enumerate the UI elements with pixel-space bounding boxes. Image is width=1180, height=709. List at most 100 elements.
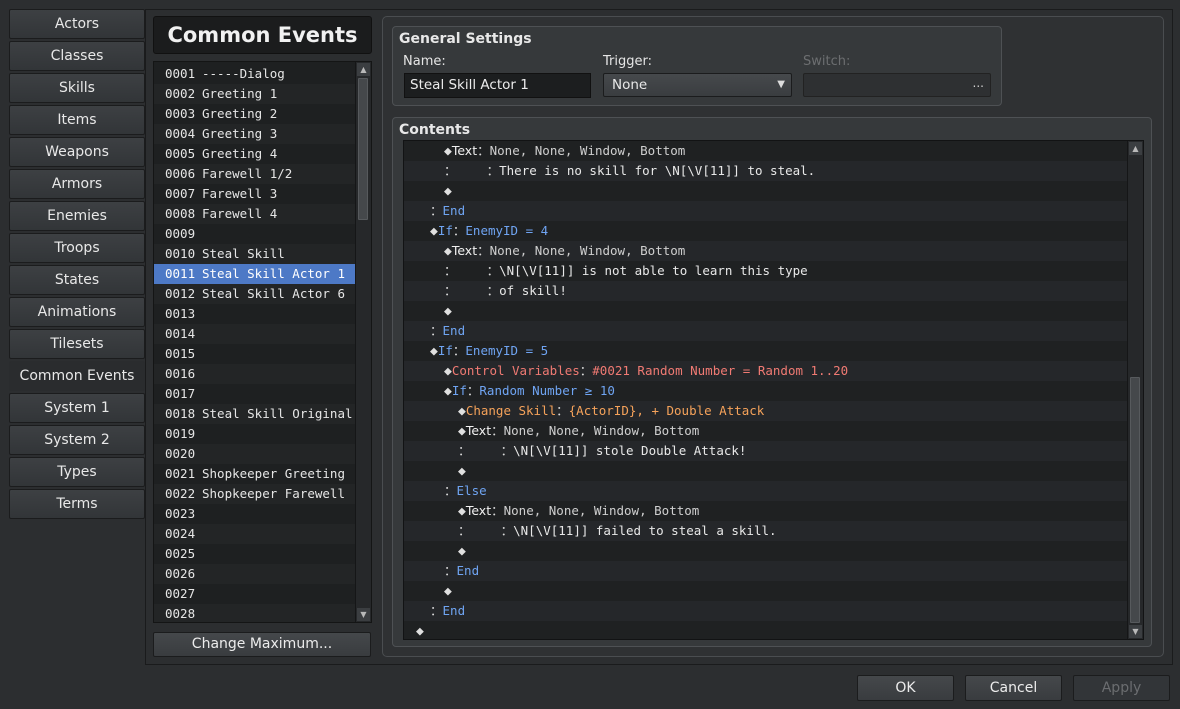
contents-scrollbar[interactable]: ▲ ▼	[1127, 141, 1143, 639]
common-event-id: 0020	[165, 446, 196, 461]
ok-button[interactable]: OK	[857, 675, 954, 701]
common-event-row[interactable]: 0007 Farewell 3	[154, 184, 356, 204]
common-event-row[interactable]: 0012 Steal Skill Actor 6	[154, 284, 356, 304]
tab-common-events[interactable]: Common Events	[9, 361, 145, 391]
trigger-select[interactable]: None ▼	[603, 73, 792, 97]
event-command-row[interactable]: ： ：There is no skill for \N[\V[11]] to s…	[404, 161, 1128, 181]
common-event-row[interactable]: 0021 Shopkeeper Greeting	[154, 464, 356, 484]
event-command-list[interactable]: ◆Text：None, None, Window, Bottom： ：There…	[403, 140, 1144, 640]
event-command-row[interactable]: ◆	[404, 541, 1128, 561]
event-command-row[interactable]: ◆Change Skill：{ActorID}, + Double Attack	[404, 401, 1128, 421]
common-event-row[interactable]: 0004 Greeting 3	[154, 124, 356, 144]
tab-states[interactable]: States	[9, 265, 145, 295]
event-command-row[interactable]: ◆Text：None, None, Window, Bottom	[404, 241, 1128, 261]
common-events-rows: 0001 -----Dialog 0002 Greeting 1 0003 Greetin…	[154, 64, 356, 622]
common-event-row[interactable]: 0024	[154, 524, 356, 544]
event-command-row[interactable]: ◆If：EnemyID = 5	[404, 341, 1128, 361]
common-event-row[interactable]: 0006 Farewell 1/2	[154, 164, 356, 184]
scroll-up-arrow-icon[interactable]: ▲	[357, 63, 370, 76]
trigger-value: None	[612, 77, 648, 93]
common-event-row[interactable]: 0020	[154, 444, 356, 464]
command-args: EnemyID = 4	[465, 223, 549, 238]
common-event-row[interactable]: 0013	[154, 304, 356, 324]
common-event-row[interactable]: 0022 Shopkeeper Farewell	[154, 484, 356, 504]
common-event-row[interactable]: 0002 Greeting 1	[154, 84, 356, 104]
event-command-row[interactable]: ◆Text：None, None, Window, Bottom	[404, 421, 1128, 441]
common-event-row[interactable]: 0015	[154, 344, 356, 364]
common-event-id: 0028	[165, 606, 196, 621]
event-command-row[interactable]: ◆If：EnemyID = 4	[404, 221, 1128, 241]
tab-armors[interactable]: Armors	[9, 169, 145, 199]
event-command-row[interactable]: ： ：\N[\V[11]] is not able to learn this …	[404, 261, 1128, 281]
common-event-id: 0015	[165, 346, 196, 361]
common-event-row[interactable]: 0026	[154, 564, 356, 584]
common-event-row[interactable]: 0017	[154, 384, 356, 404]
common-event-row[interactable]: 0028	[154, 604, 356, 622]
tab-animations[interactable]: Animations	[9, 297, 145, 327]
tab-items[interactable]: Items	[9, 105, 145, 135]
scroll-up-arrow-icon[interactable]: ▲	[1129, 142, 1142, 155]
common-events-scrollbar[interactable]: ▲ ▼	[355, 62, 371, 622]
common-event-row[interactable]: 0001 -----Dialog	[154, 64, 356, 84]
scroll-thumb[interactable]	[358, 78, 368, 220]
common-event-id: 0003	[165, 106, 196, 121]
event-command-row[interactable]: ： ：\N[\V[11]] stole Double Attack!	[404, 441, 1128, 461]
common-event-row[interactable]: 0014	[154, 324, 356, 344]
event-command-row[interactable]: ： ：\N[\V[11]] failed to steal a skill.	[404, 521, 1128, 541]
event-command-row[interactable]: ◆	[404, 621, 1128, 639]
tab-terms[interactable]: Terms	[9, 489, 145, 519]
tab-troops[interactable]: Troops	[9, 233, 145, 263]
tab-actors[interactable]: Actors	[9, 9, 145, 39]
event-command-row[interactable]: ◆Text：None, None, Window, Bottom	[404, 501, 1128, 521]
event-command-row[interactable]: ◆Text：None, None, Window, Bottom	[404, 141, 1128, 161]
event-command-row[interactable]: ◆	[404, 581, 1128, 601]
event-command-row[interactable]: ◆If：Random Number ≥ 10	[404, 381, 1128, 401]
event-command-row[interactable]: ◆	[404, 461, 1128, 481]
contents-title: Contents	[399, 122, 471, 138]
common-event-row[interactable]: 0009	[154, 224, 356, 244]
event-command-row[interactable]: ：End	[404, 321, 1128, 341]
event-command-row[interactable]: ◆	[404, 181, 1128, 201]
command-continuation: ：	[430, 323, 443, 338]
command-diamond-icon: ◆	[430, 224, 438, 239]
common-event-row[interactable]: 0025	[154, 544, 356, 564]
tab-skills[interactable]: Skills	[9, 73, 145, 103]
event-command-row[interactable]: ：End	[404, 601, 1128, 621]
tab-system-1[interactable]: System 1	[9, 393, 145, 423]
command-name: Text	[451, 243, 478, 258]
event-command-row[interactable]: ◆Control Variables：#0021 Random Number =…	[404, 361, 1128, 381]
tab-tilesets[interactable]: Tilesets	[9, 329, 145, 359]
command-name: End	[442, 203, 466, 218]
common-event-row[interactable]: 0019	[154, 424, 356, 444]
event-command-row[interactable]: ◆	[404, 301, 1128, 321]
common-event-row[interactable]: 0005 Greeting 4	[154, 144, 356, 164]
scroll-down-arrow-icon[interactable]: ▼	[357, 608, 370, 621]
event-command-row[interactable]: ：End	[404, 561, 1128, 581]
tab-classes[interactable]: Classes	[9, 41, 145, 71]
common-event-row[interactable]: 0011 Steal Skill Actor 1	[154, 264, 356, 284]
tab-enemies[interactable]: Enemies	[9, 201, 145, 231]
tab-system-2[interactable]: System 2	[9, 425, 145, 455]
change-maximum-button[interactable]: Change Maximum...	[153, 632, 371, 657]
common-event-row[interactable]: 0023	[154, 504, 356, 524]
command-continuation: ：	[458, 443, 471, 458]
common-event-row[interactable]: 0018 Steal Skill Original	[154, 404, 356, 424]
common-event-row[interactable]: 0008 Farewell 4	[154, 204, 356, 224]
command-args: \N[\V[11]] stole Double Attack!	[513, 443, 747, 458]
cancel-button[interactable]: Cancel	[965, 675, 1062, 701]
command-diamond-icon: ◆	[444, 144, 452, 159]
name-input[interactable]: Steal Skill Actor 1	[404, 73, 591, 98]
common-event-id: 0016	[165, 366, 196, 381]
common-event-row[interactable]: 0010 Steal Skill	[154, 244, 356, 264]
common-events-list[interactable]: 0001 -----Dialog 0002 Greeting 1 0003 Greetin…	[153, 61, 372, 623]
event-command-row[interactable]: ：Else	[404, 481, 1128, 501]
tab-weapons[interactable]: Weapons	[9, 137, 145, 167]
common-event-row[interactable]: 0003 Greeting 2	[154, 104, 356, 124]
event-command-row[interactable]: ：End	[404, 201, 1128, 221]
scroll-thumb[interactable]	[1130, 377, 1140, 623]
event-command-row[interactable]: ： ：of skill!	[404, 281, 1128, 301]
tab-types[interactable]: Types	[9, 457, 145, 487]
scroll-down-arrow-icon[interactable]: ▼	[1129, 625, 1142, 638]
common-event-row[interactable]: 0027	[154, 584, 356, 604]
common-event-row[interactable]: 0016	[154, 364, 356, 384]
